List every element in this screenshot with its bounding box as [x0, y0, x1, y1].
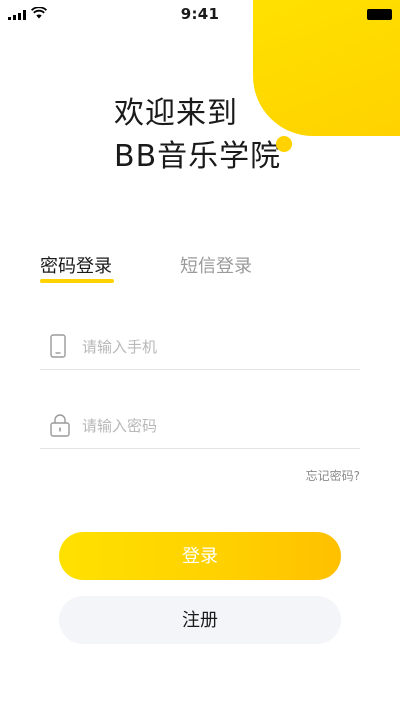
battery-icon	[367, 9, 392, 20]
phone-icon	[50, 334, 66, 358]
login-button[interactable]: 登录	[59, 532, 341, 580]
welcome-line-1: 欢迎来到	[114, 96, 238, 131]
status-bar: 9:41	[0, 0, 400, 30]
tab-password-login[interactable]: 密码登录	[40, 252, 112, 278]
status-time: 9:41	[180, 5, 220, 23]
password-field	[40, 401, 360, 449]
active-tab-indicator	[40, 279, 114, 283]
phone-field	[40, 322, 360, 370]
forgot-password-link[interactable]: 忘记密码?	[306, 467, 360, 484]
welcome-line-2: BB音乐学院	[114, 139, 282, 174]
phone-input[interactable]	[82, 334, 352, 360]
accent-dot	[276, 136, 292, 152]
password-input[interactable]	[82, 413, 352, 439]
tab-sms-login[interactable]: 短信登录	[180, 252, 252, 278]
register-button[interactable]: 注册	[59, 596, 341, 644]
welcome-heading: 欢迎来到 BB音乐学院	[114, 92, 281, 178]
lock-icon	[50, 414, 70, 437]
